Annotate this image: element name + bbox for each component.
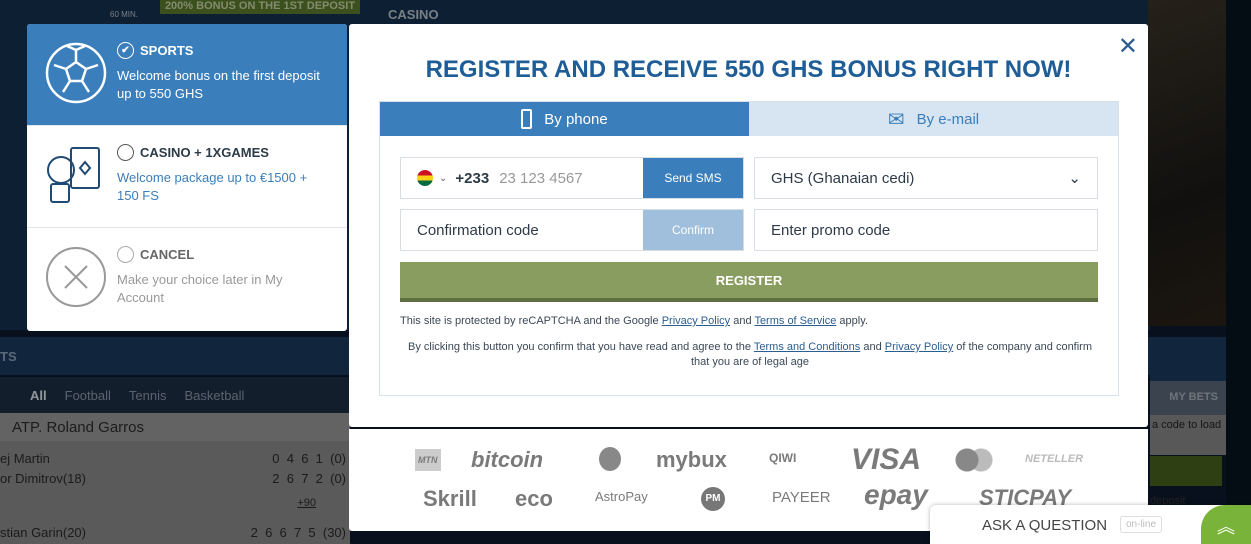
mtn-logo: MTN — [415, 449, 441, 471]
soccer-ball-icon — [45, 42, 107, 104]
promo-photo — [1148, 0, 1226, 326]
privacy-policy-link[interactable]: Privacy Policy — [662, 315, 730, 327]
epay-logo: epay — [864, 479, 928, 510]
chevron-up-icon[interactable]: ︽ — [1201, 505, 1251, 544]
betslip-text: a code to load — [1150, 415, 1226, 455]
neteller-logo: NETELLER — [1025, 453, 1084, 465]
bonus-option-sports[interactable]: ✔ SPORTS Welcome bonus on the first depos… — [27, 24, 347, 126]
radio-checked-icon[interactable]: ✔ — [117, 42, 134, 59]
chevron-down-icon: ⌄ — [1068, 170, 1081, 187]
astropay-logo: AstroPay — [595, 489, 648, 504]
modal-title: REGISTER AND RECEIVE 550 GHS BONUS RIGHT… — [425, 56, 1072, 83]
payeer-logo: PAYEER — [772, 489, 831, 506]
ask-question-label: ASK A QUESTION — [982, 517, 1108, 534]
registration-form: By phone ✉ By e-mail ⌄ +233 23 123 4567 S… — [379, 101, 1119, 396]
envelope-icon: ✉ — [887, 108, 905, 131]
casino-chips-icon — [47, 147, 100, 203]
match-row[interactable]: stian Garin(20) 2 6 6 7 5 (30) — [0, 525, 350, 540]
visa-logo: VISA — [851, 443, 922, 476]
currency-select[interactable]: GHS (Ghanaian cedi) ⌄ — [754, 157, 1098, 199]
confirm-button[interactable]: Confirm — [643, 210, 743, 250]
casino-label: CASINO — [388, 7, 439, 22]
tab-all[interactable]: All — [30, 388, 47, 403]
recaptcha-notice: This site is protected by reCAPTCHA and … — [400, 315, 868, 327]
ask-question-widget[interactable]: ASK A QUESTION on-line ︽ — [930, 505, 1251, 544]
bonus-option-cancel[interactable]: CANCEL Make your choice later in My Acco… — [27, 228, 347, 330]
agreement-notice: By clicking this button you confirm that… — [407, 341, 1093, 368]
phone-input[interactable]: 23 123 4567 — [499, 170, 582, 187]
skrill-logo: Skrill — [423, 486, 477, 511]
right-edge — [1226, 0, 1251, 544]
tab-by-email[interactable]: ✉ By e-mail — [749, 102, 1118, 136]
terms-of-service-link[interactable]: Terms of Service — [754, 315, 836, 327]
bonus-choice-panel: ✔ SPORTS Welcome bonus on the first depos… — [27, 24, 347, 331]
tab-tennis[interactable]: Tennis — [129, 388, 167, 403]
vodafone-logo: vodafone — [599, 447, 621, 471]
mastercard-logo: mastercard — [955, 448, 993, 472]
terms-and-conditions-link[interactable]: Terms and Conditions — [754, 341, 860, 353]
send-sms-button[interactable]: Send SMS — [643, 158, 743, 198]
chevron-down-icon[interactable]: ⌄ — [439, 173, 447, 184]
registration-modal: ✕ REGISTER AND RECEIVE 550 GHS BONUS RIG… — [349, 24, 1148, 427]
eco-logo: eco — [515, 486, 553, 511]
tab-by-phone[interactable]: By phone — [380, 102, 749, 136]
online-status: on-line — [1120, 516, 1163, 533]
tab-football[interactable]: Football — [65, 388, 111, 403]
duration-label: 60 MIN. — [110, 10, 139, 19]
betslip-button[interactable] — [1150, 456, 1222, 486]
bitcoin-logo: bitcoin — [471, 447, 544, 472]
tab-basketball[interactable]: Basketball — [184, 388, 244, 403]
register-button[interactable]: REGISTER — [400, 262, 1098, 302]
ghana-flag-icon[interactable] — [417, 170, 433, 186]
match-row[interactable]: ej Martin 0 4 6 1 (0) — [0, 451, 350, 466]
radio-icon[interactable] — [117, 246, 134, 263]
sport-tabs: All Football Tennis Basketball — [0, 377, 350, 413]
bonus-option-casino[interactable]: CASINO + 1XGAMES Welcome package up to €… — [27, 126, 347, 228]
phone-field[interactable]: ⌄ +233 23 123 4567 Send SMS — [400, 157, 744, 199]
radio-icon[interactable] — [117, 144, 134, 161]
match-row[interactable]: or Dimitrov(18) 2 6 7 2 (0) — [0, 471, 350, 486]
perfect-money-logo: PM — [701, 487, 725, 511]
match-list: ATP. Roland Garros ej Martin 0 4 6 1 (0)… — [0, 413, 350, 544]
promo-code-input[interactable]: Enter promo code — [754, 209, 1098, 251]
league-title[interactable]: ATP. Roland Garros — [0, 413, 350, 441]
cancel-x-icon — [46, 247, 106, 307]
my-bets-tab[interactable]: MY BETS — [1150, 381, 1226, 415]
more-markets-link[interactable]: +90 — [297, 497, 316, 509]
privacy-policy-link[interactable]: Privacy Policy — [885, 341, 953, 353]
mybux-logo: mybux — [656, 447, 727, 472]
betslip-header — [1150, 337, 1226, 381]
country-code: +233 — [455, 169, 490, 187]
confirmation-code-input[interactable]: Confirmation code Confirm — [400, 209, 744, 251]
phone-icon — [521, 109, 533, 129]
deposit-bonus-banner[interactable]: 200% BONUS ON THE 1ST DEPOSIT — [160, 0, 360, 14]
qiwi-logo: QIWI — [769, 451, 797, 465]
